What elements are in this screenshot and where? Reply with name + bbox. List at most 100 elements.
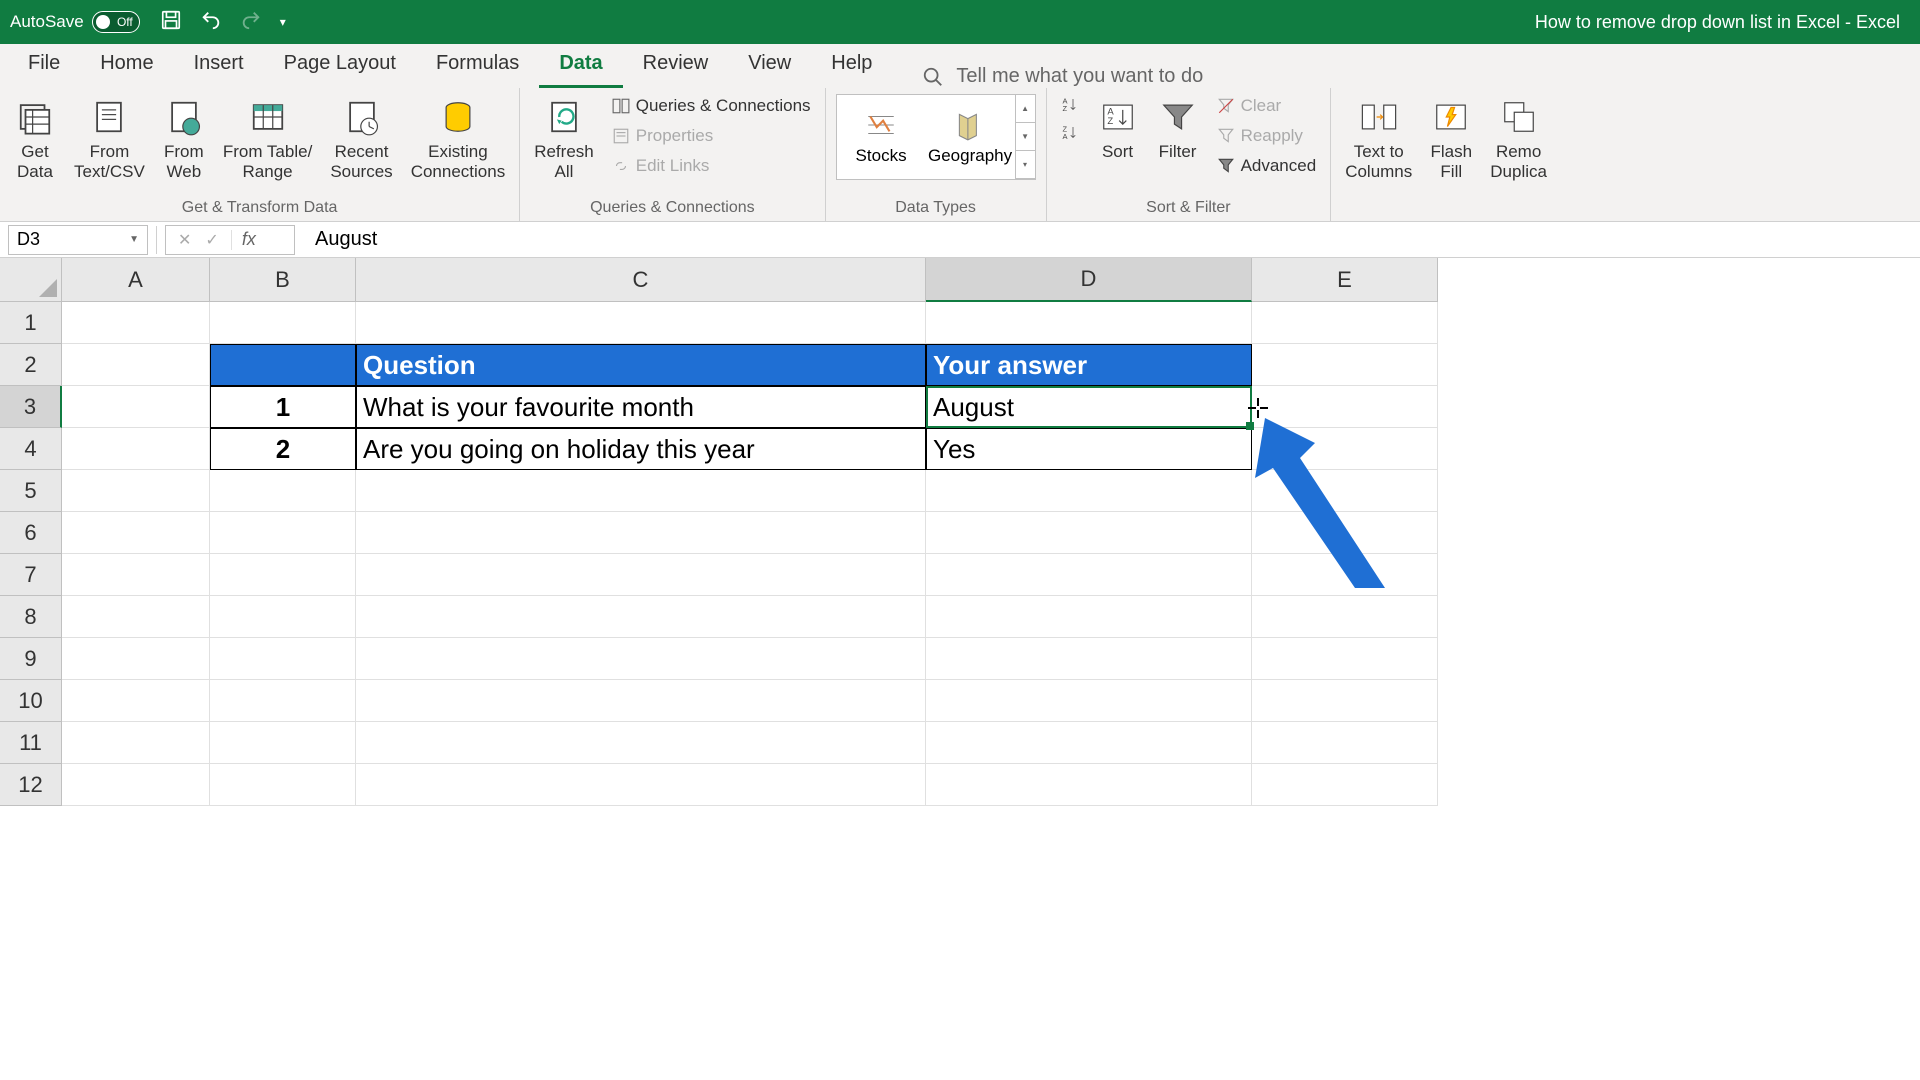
tab-file[interactable]: File [8,42,80,88]
tab-review[interactable]: Review [623,42,729,88]
stocks-button[interactable]: Stocks [837,95,926,179]
cell-e4[interactable] [1252,428,1438,470]
cell-d1[interactable] [926,302,1252,344]
row-header-9[interactable]: 9 [0,638,62,680]
cell-c4[interactable]: Are you going on holiday this year [356,428,926,470]
recent-icon [341,96,383,138]
tab-data[interactable]: Data [539,42,622,88]
spreadsheet-grid[interactable]: A B C D E 1 2 Question Your answer 3 1 W… [0,258,1920,806]
window-title: How to remove drop down list in Excel - … [0,12,1920,33]
col-header-c[interactable]: C [356,258,926,302]
autosave-state: Off [117,15,133,29]
row-header-5[interactable]: 5 [0,470,62,512]
data-types-gallery[interactable]: Stocks Geography ▲▼▾ [836,94,1036,180]
cell-c2[interactable]: Question [356,344,926,386]
autosave-toggle[interactable]: AutoSave Off [10,11,140,33]
tell-me-search[interactable]: Tell me what you want to do [922,65,1203,88]
gallery-scroll[interactable]: ▲▼▾ [1015,95,1035,179]
advanced-filter-button[interactable]: Advanced [1213,154,1321,178]
recent-sources-button[interactable]: Recent Sources [326,94,396,185]
row-header-1[interactable]: 1 [0,302,62,344]
row-header-8[interactable]: 8 [0,596,62,638]
save-icon[interactable] [160,9,182,36]
from-textcsv-button[interactable]: From Text/CSV [70,94,149,185]
quick-access-toolbar: ▾ [160,9,286,36]
sort-asc-button[interactable]: AZ [1057,94,1083,116]
tab-formulas[interactable]: Formulas [416,42,539,88]
titlebar: AutoSave Off ▾ How to remove drop down l… [0,0,1920,44]
tab-page-layout[interactable]: Page Layout [264,42,416,88]
text-to-columns-icon [1358,96,1400,138]
queries-connections-button[interactable]: Queries & Connections [608,94,815,118]
col-header-a[interactable]: A [62,258,210,302]
tab-help[interactable]: Help [811,42,892,88]
group-data-tools: Text to Columns Flash Fill Remo Duplica [1331,88,1561,221]
search-icon [922,66,944,88]
cell-a2[interactable] [62,344,210,386]
formula-bar: D3 ▼ ✕ ✓ fx [0,222,1920,258]
row-header-6[interactable]: 6 [0,512,62,554]
tab-home[interactable]: Home [80,42,173,88]
cell-a4[interactable] [62,428,210,470]
cell-d3[interactable]: August [926,386,1252,428]
from-table-button[interactable]: From Table/ Range [219,94,316,185]
col-header-e[interactable]: E [1252,258,1438,302]
cell-b4[interactable]: 2 [210,428,356,470]
sort-button[interactable]: AZ Sort [1093,94,1143,164]
text-to-columns-button[interactable]: Text to Columns [1341,94,1416,185]
group-get-transform: Get Data From Text/CSV From Web From Tab… [0,88,520,221]
tab-insert[interactable]: Insert [174,42,264,88]
from-web-button[interactable]: From Web [159,94,209,185]
cell-c1[interactable] [356,302,926,344]
cell-a3[interactable] [62,386,210,428]
customize-qat-icon[interactable]: ▾ [280,15,286,29]
cell-e3[interactable] [1252,386,1438,428]
sort-icon: AZ [1097,96,1139,138]
name-box[interactable]: D3 ▼ [8,225,148,255]
select-all-button[interactable] [0,258,62,302]
cell-c3[interactable]: What is your favourite month [356,386,926,428]
formula-input[interactable] [303,225,1920,255]
cell-e2[interactable] [1252,344,1438,386]
row-header-11[interactable]: 11 [0,722,62,764]
cell-b1[interactable] [210,302,356,344]
refresh-all-button[interactable]: Refresh All [530,94,598,185]
geography-button[interactable]: Geography [926,95,1015,179]
fx-icon[interactable]: fx [232,229,266,250]
cell-e1[interactable] [1252,302,1438,344]
col-header-d[interactable]: D [926,258,1252,302]
properties-button: Properties [608,124,815,148]
tab-view[interactable]: View [728,42,811,88]
chevron-down-icon[interactable]: ▼ [129,234,139,245]
enter-icon: ✓ [205,230,218,250]
group-sort-filter: AZ ZA AZ Sort Filter Clear [1047,88,1332,221]
ribbon: Get Data From Text/CSV From Web From Tab… [0,88,1920,222]
row-header-2[interactable]: 2 [0,344,62,386]
cell-d4[interactable]: Yes [926,428,1252,470]
cell-d2[interactable]: Your answer [926,344,1252,386]
sort-desc-button[interactable]: ZA [1057,122,1083,144]
column-headers: A B C D E [0,258,1920,302]
row-header-7[interactable]: 7 [0,554,62,596]
remove-duplicates-button[interactable]: Remo Duplica [1486,94,1551,185]
flash-fill-button[interactable]: Flash Fill [1426,94,1476,185]
cell-b3[interactable]: 1 [210,386,356,428]
row-header-10[interactable]: 10 [0,680,62,722]
cell-b2[interactable] [210,344,356,386]
cancel-icon: ✕ [178,230,191,250]
row-header-4[interactable]: 4 [0,428,62,470]
advanced-icon [1217,157,1235,175]
get-data-button[interactable]: Get Data [10,94,60,185]
stocks-icon [864,108,898,142]
row-header-12[interactable]: 12 [0,764,62,806]
existing-connections-button[interactable]: Existing Connections [407,94,510,185]
undo-icon[interactable] [200,9,222,36]
row-header-3[interactable]: 3 [0,386,62,428]
toggle-switch[interactable]: Off [92,11,140,33]
filter-button[interactable]: Filter [1153,94,1203,164]
ribbon-tabs: File Home Insert Page Layout Formulas Da… [0,44,1920,88]
col-header-b[interactable]: B [210,258,356,302]
cell-a1[interactable] [62,302,210,344]
flash-fill-icon [1430,96,1472,138]
sort-asc-icon: AZ [1061,96,1079,114]
